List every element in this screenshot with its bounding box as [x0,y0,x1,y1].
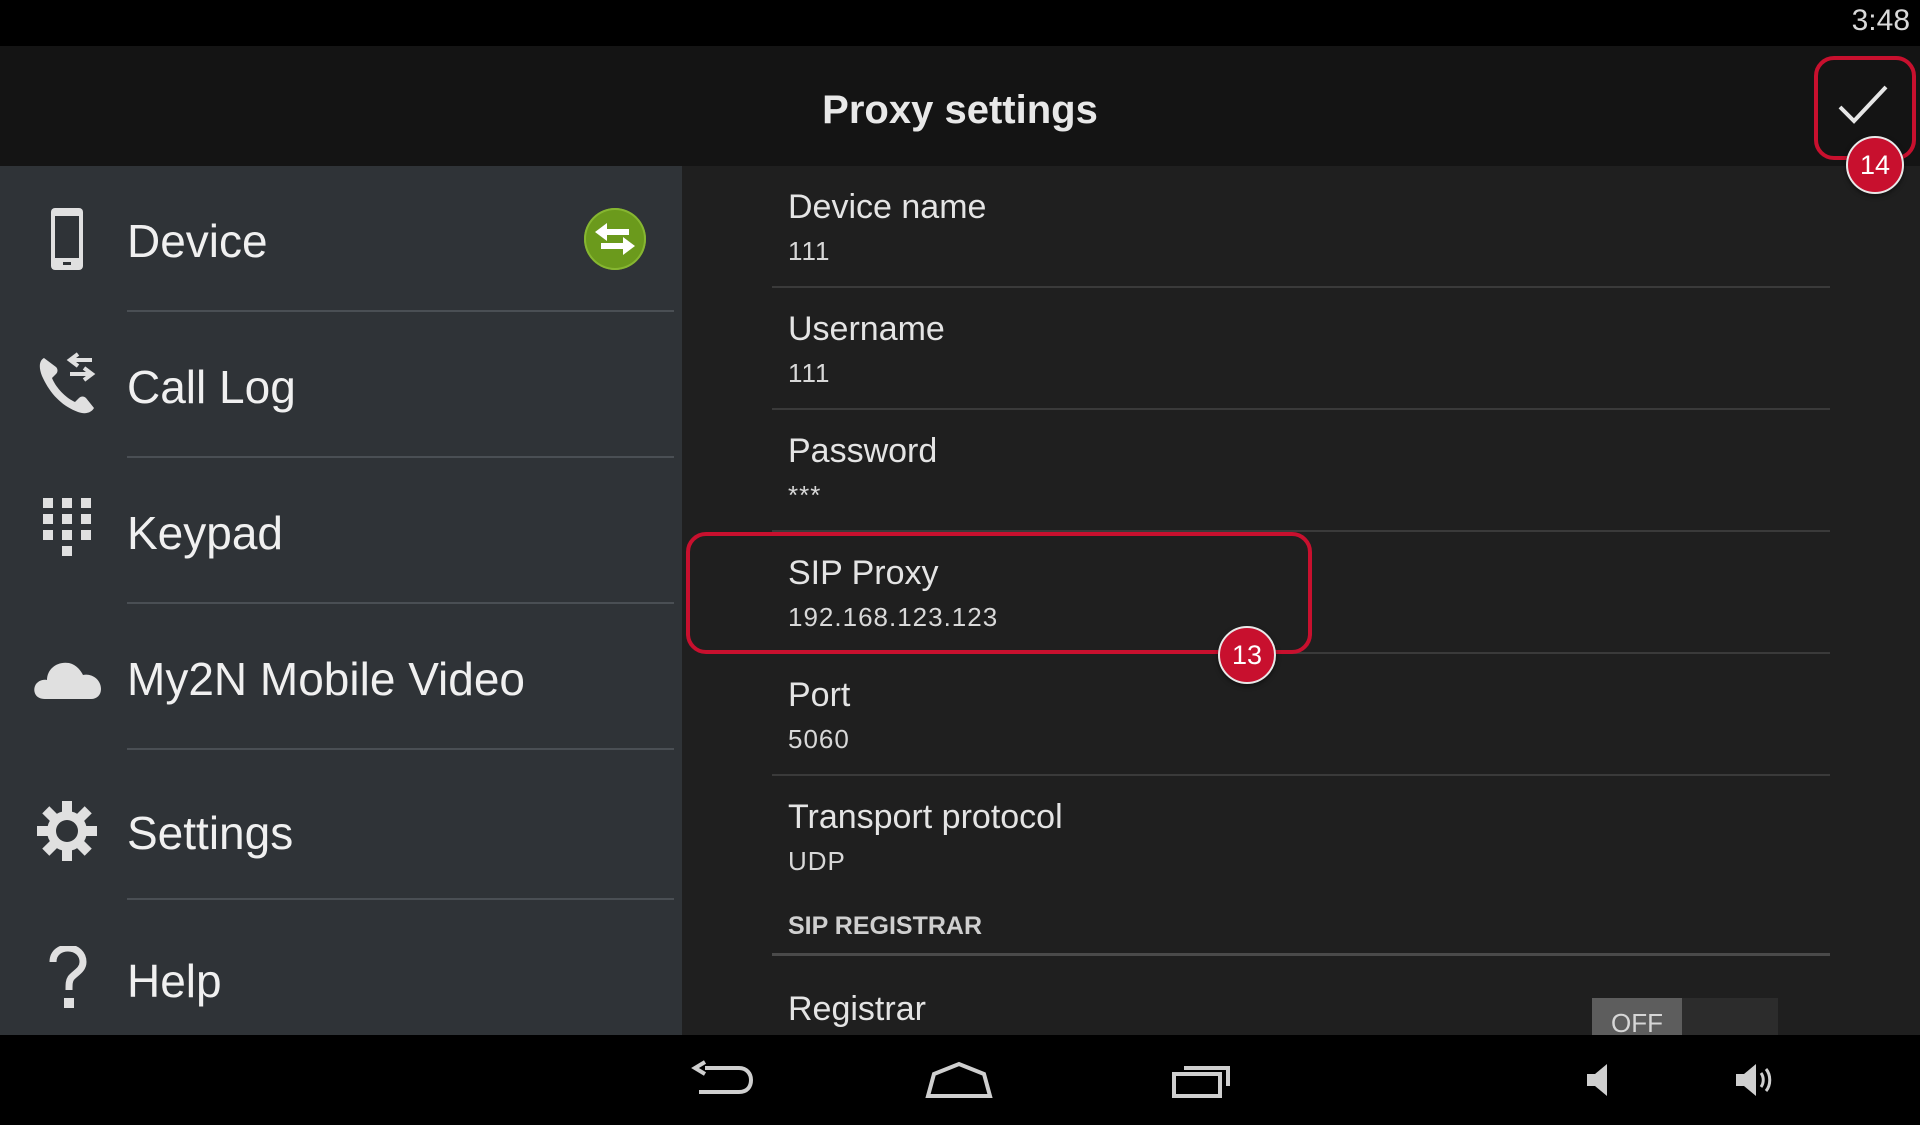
volume-up-button[interactable] [1732,1050,1776,1110]
setting-value: 111 [788,236,831,266]
sidebar-item-keypad[interactable]: Keypad [0,458,682,604]
setting-value: UDP [788,846,846,876]
setting-title: Transport protocol [788,798,1063,836]
action-bar: Proxy settings [0,46,1920,166]
sidebar-item-device[interactable]: Device [0,166,682,312]
section-header: SIP REGISTRAR [788,912,983,940]
navigation-bar [0,1035,1920,1125]
sidebar-item-my2n[interactable]: My2N Mobile Video [0,604,682,750]
sidebar-item-help[interactable]: Help [0,900,682,1035]
sidebar-item-call-log[interactable]: Call Log [0,312,682,458]
sidebar-item-label: Call Log [127,361,296,413]
recent-apps-button[interactable] [1168,1050,1238,1110]
sidebar-item-settings[interactable]: Settings [0,750,682,900]
back-icon [691,1060,753,1094]
annotation-marker-13: 13 [1218,626,1276,684]
cloud-icon [30,640,104,714]
clock: 3:48 [1851,4,1910,37]
keypad-icon [30,494,104,568]
home-button[interactable] [924,1050,994,1110]
setting-title: Device name [788,188,987,226]
setting-password[interactable]: Password *** [772,410,1830,532]
setting-device-name[interactable]: Device name 111 [772,166,1830,288]
toggle-off-label: OFF [1592,998,1682,1035]
registrar-toggle[interactable]: OFF [1592,998,1778,1035]
section-divider [772,953,1830,956]
setting-value: 111 [788,358,831,388]
setting-title: Username [788,310,945,348]
volume-down-icon [1587,1064,1607,1096]
sidebar: Device Call Log Keypad My2N Mobile Video… [0,166,682,1035]
phone-icon [30,202,104,276]
setting-transport-protocol[interactable]: Transport protocol UDP [772,776,1830,898]
back-button[interactable] [686,1050,756,1110]
status-bar: 3:48 [0,0,1920,46]
sidebar-item-label: My2N Mobile Video [127,653,526,705]
sync-arrows-icon [584,208,646,270]
sidebar-item-label: Settings [127,807,294,859]
call-log-icon [30,348,104,422]
question-mark-icon [30,942,104,1016]
sidebar-item-label: Help [127,955,222,1007]
sip-proxy-highlight [686,532,1312,654]
sidebar-item-label: Device [127,215,268,267]
gear-icon [30,794,104,868]
annotation-marker-14: 14 [1846,136,1904,194]
setting-port[interactable]: Port 5060 [772,654,1830,776]
setting-title: Registrar [788,990,926,1028]
setting-username[interactable]: Username 111 [772,288,1830,410]
recent-apps-icon [1172,1066,1230,1098]
setting-title: Password [788,432,938,470]
home-icon [925,1061,993,1098]
sidebar-item-label: Keypad [127,507,284,559]
volume-up-icon [1736,1064,1772,1096]
setting-value: 5060 [788,724,850,754]
volume-down-button[interactable] [1580,1050,1620,1110]
setting-value: *** [788,480,822,510]
setting-title: Port [788,676,851,714]
page-title: Proxy settings [822,88,1098,132]
